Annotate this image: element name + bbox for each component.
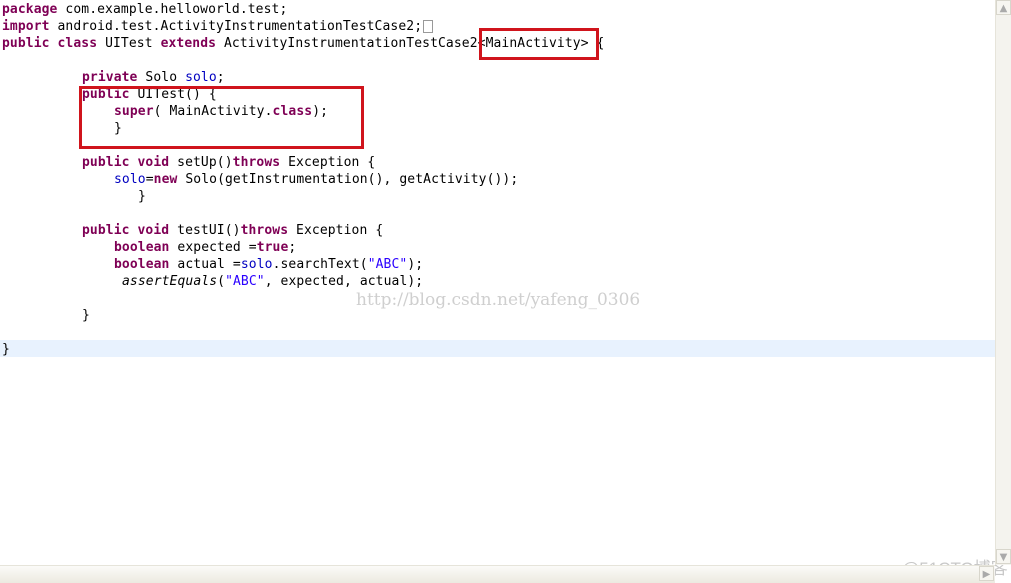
code-line: }: [2, 307, 90, 324]
code-line: }: [2, 188, 146, 205]
code-token: actual =: [169, 257, 241, 272]
code-keyword: public: [2, 36, 50, 51]
code-line: private Solo solo;: [2, 69, 225, 86]
code-line: boolean expected =true;: [2, 239, 296, 256]
code-line: }: [2, 341, 10, 358]
code-keyword: import: [2, 19, 50, 34]
code-token: .searchText(: [272, 257, 368, 272]
code-keyword: boolean: [114, 257, 170, 272]
code-token: expected =: [169, 240, 257, 255]
highlight-box-constructor: [79, 86, 364, 149]
code-token: android.test.ActivityInstrumentationTest…: [49, 19, 423, 34]
code-keyword: package: [2, 2, 58, 17]
code-keyword: true: [256, 240, 289, 255]
code-string: "ABC": [367, 257, 408, 272]
code-token: (: [217, 274, 226, 289]
highlight-box-generic-type: [479, 28, 599, 60]
code-keyword: throws: [232, 155, 281, 170]
code-line: package com.example.helloworld.test;: [2, 1, 287, 18]
code-keyword: public: [82, 223, 130, 238]
code-line: public void testUI()throws Exception {: [2, 222, 383, 239]
code-token: com.example.helloworld.test;: [57, 2, 288, 17]
blog-watermark: http://blog.csdn.net/yafeng_0306: [356, 290, 641, 310]
code-line: boolean actual =solo.searchText("ABC");: [2, 256, 423, 273]
code-token: ;: [216, 70, 225, 85]
code-token: solo: [114, 172, 146, 187]
vertical-scrollbar[interactable]: ▲ ▼: [995, 0, 1011, 565]
code-token: Exception {: [280, 155, 376, 170]
code-token: UITest: [97, 36, 161, 51]
fold-marker-icon[interactable]: [423, 20, 434, 33]
code-line: public void setUp()throws Exception {: [2, 154, 375, 171]
code-token: ;: [288, 240, 297, 255]
code-token: Solo(getInstrumentation(), getActivity()…: [177, 172, 519, 187]
code-keyword: void: [137, 223, 170, 238]
code-token: }: [138, 189, 146, 204]
code-keyword: new: [153, 172, 178, 187]
code-line: assertEquals("ABC", expected, actual);: [2, 273, 423, 290]
code-keyword: extends: [160, 36, 217, 51]
current-line-highlight: [0, 340, 995, 357]
code-token: solo: [185, 70, 217, 85]
chevron-down-icon[interactable]: ▼: [996, 549, 1011, 564]
code-keyword: public: [82, 155, 130, 170]
code-line: import android.test.ActivityInstrumentat…: [2, 18, 434, 35]
code-token: solo: [240, 257, 273, 272]
code-token: }: [82, 308, 90, 323]
code-line: solo=new Solo(getInstrumentation(), getA…: [2, 171, 518, 188]
code-keyword: private: [82, 70, 138, 85]
code-token: setUp(): [169, 155, 233, 170]
code-token: assertEquals: [122, 274, 218, 289]
code-token: =: [145, 172, 154, 187]
code-keyword: boolean: [114, 240, 170, 255]
code-token: );: [407, 257, 424, 272]
code-token: testUI(): [169, 223, 241, 238]
code-string: "ABC": [225, 274, 265, 289]
code-editor[interactable]: package com.example.helloworld.test; impo…: [0, 0, 995, 565]
code-keyword: void: [137, 155, 170, 170]
code-keyword: throws: [240, 223, 289, 238]
code-keyword: class: [57, 36, 98, 51]
code-token: }: [2, 342, 10, 357]
chevron-up-icon[interactable]: ▲: [996, 0, 1011, 15]
horizontal-scrollbar[interactable]: ▶: [0, 565, 995, 583]
code-token: Solo: [137, 70, 186, 85]
code-token: Exception {: [288, 223, 384, 238]
code-token: , expected, actual);: [264, 274, 424, 289]
chevron-right-icon[interactable]: ▶: [979, 566, 994, 581]
